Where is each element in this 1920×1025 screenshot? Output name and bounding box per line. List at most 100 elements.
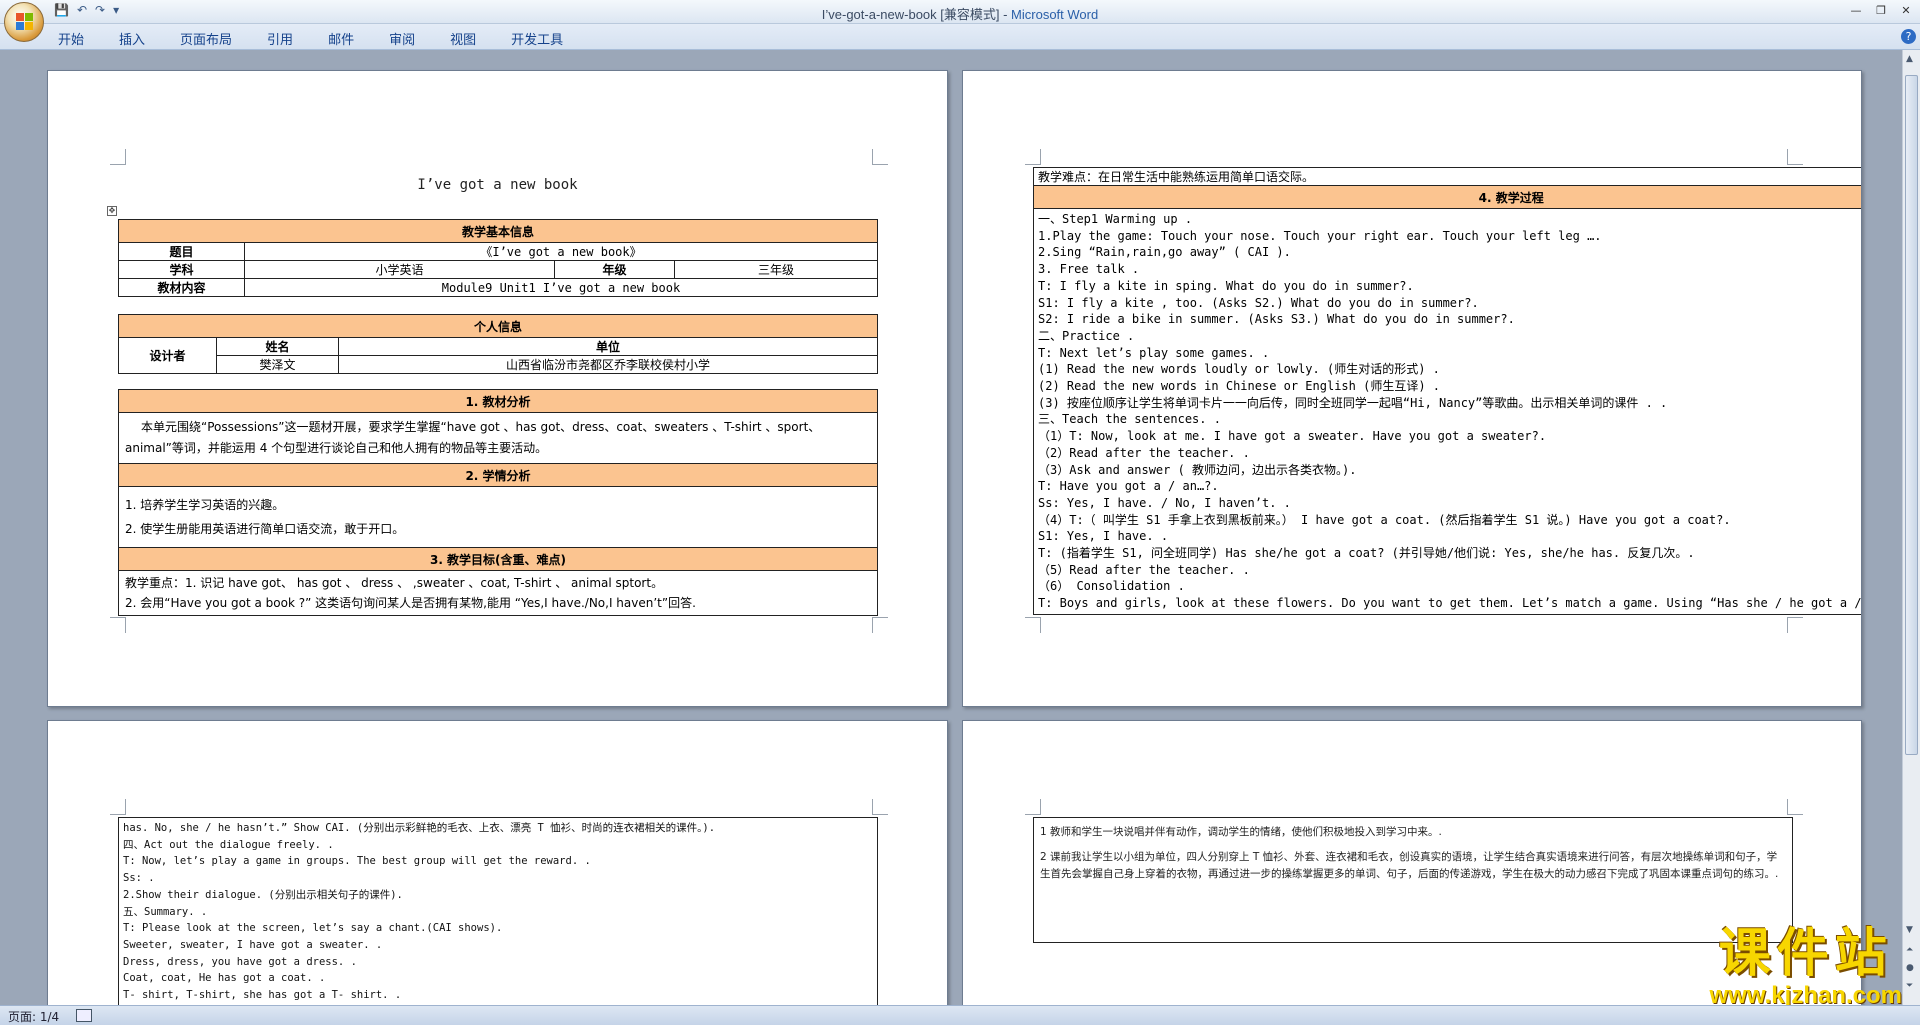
help-icon[interactable]: ? [1901, 29, 1916, 44]
margin-mark [1025, 799, 1041, 815]
title-bar: 💾 ↶ ↷ ▾ I’ve-got-a-new-book [兼容模式] - Mic… [0, 0, 1920, 24]
process-line: T: (指着学生 S1, 问全班同学) Has she/he got a coa… [1038, 546, 1695, 561]
margin-mark [1787, 149, 1803, 165]
analysis-table: 1. 教材分析 本单元围绕“Possessions”这一题材开展，要求学生掌握“… [118, 389, 878, 616]
designer-label: 设计者 [118, 337, 217, 374]
unit-value: 山西省临汾市尧都区乔李联校侯村小学 [338, 355, 878, 374]
process-line: 一、Step1 Warming up . [1038, 212, 1193, 226]
ribbon-tabs: 开始 插入 页面布局 引用 邮件 审阅 视图 开发工具 ? [0, 24, 1920, 50]
personal-info-table: 个人信息 设计者 姓名 单位 樊泽文 山西省临汾市尧都区乔李联校侯村小学 [118, 314, 878, 374]
process-line: 五、Summary. . [123, 905, 208, 918]
select-browse-object-icon[interactable]: ● [1906, 963, 1914, 973]
process-line: （3）Ask and answer ( 教师边问，边出示各类衣物。). [1038, 462, 1357, 477]
process-line: 四、Act out the dialogue freely. . [123, 838, 334, 851]
content-label: 教材内容 [118, 278, 245, 297]
teaching-goals-header: 3. 教学目标(含重、难点) [118, 547, 878, 571]
maximize-icon[interactable]: ❐ [1869, 1, 1893, 20]
process-line: T: I fly a kite in sping. What do you do… [1038, 278, 1414, 293]
process-line: Coat, coat, He has got a coat. . [123, 972, 326, 985]
page-2: 教学难点：在日常生活中能熟练运用简单口语交际。 4. 教学过程 一、Step1 … [962, 70, 1862, 707]
goals-line-2: 2. 会用“Have you got a book ?” 这类语句询问某人是否拥… [125, 596, 696, 610]
process-line: T: Have you got a / an…?. [1038, 479, 1219, 494]
personal-info-header: 个人信息 [118, 314, 878, 338]
process-line: （1）T: Now, look at me. I have got a swea… [1038, 429, 1547, 444]
grade-value: 三年级 [674, 260, 878, 279]
minimize-icon[interactable]: — [1844, 1, 1868, 20]
window-title: I’ve-got-a-new-book [兼容模式] - Microsoft W… [0, 4, 1920, 23]
page-1: I’ve got a new book ✥ 教学基本信息 题目 《I’ve go… [47, 70, 948, 707]
process-line: （4）T:（ 叫学生 S1 手拿上衣到黑板前来。） I have got a c… [1038, 512, 1731, 527]
previous-page-icon[interactable]: ⏶ [1906, 945, 1913, 955]
close-icon[interactable]: ✕ [1894, 1, 1918, 20]
process-line: (1) Read the new words loudly or lowly. … [1038, 362, 1440, 377]
process-line: 三、Teach the sentences. . [1038, 412, 1221, 427]
tab-developer[interactable]: 开发工具 [511, 29, 563, 48]
next-page-icon[interactable]: ⏷ [1906, 981, 1913, 991]
margin-mark [872, 799, 888, 815]
process-line: Dress, dress, you have got a dress. . [123, 955, 357, 968]
tab-view[interactable]: 视图 [450, 29, 476, 48]
tab-page-layout[interactable]: 页面布局 [180, 29, 232, 48]
process-line: 1.Play the game: Touch your nose. Touch … [1038, 228, 1602, 243]
process-line: T: Please look at the screen, let’s say … [123, 922, 503, 935]
process-header: 4. 教学过程 [1032, 185, 1861, 209]
process-line: Sweeter, sweater, I have got a sweater. … [123, 938, 383, 951]
vertical-scrollbar[interactable]: ▲ ▼ ⏶ ● ⏷ [1902, 50, 1920, 1005]
process-line: T- shirt, T-shirt, she has got a T- shir… [123, 989, 402, 1002]
document-workspace: I’ve got a new book ✥ 教学基本信息 题目 《I’ve go… [0, 50, 1902, 1005]
content-value: Module9 Unit1 I’ve got a new book [244, 278, 878, 297]
subject-label: 学科 [118, 260, 245, 279]
name-label: 姓名 [216, 337, 339, 356]
window-controls: — ❐ ✕ [1844, 1, 1918, 20]
scroll-up-icon[interactable]: ▲ [1906, 54, 1913, 64]
process-line: （5）Read after the teacher. . [1038, 562, 1250, 577]
scroll-thumb[interactable] [1905, 75, 1918, 755]
tab-review[interactable]: 审阅 [389, 29, 415, 48]
process-table: 教学难点：在日常生活中能熟练运用简单口语交际。 4. 教学过程 一、Step1 … [1032, 167, 1861, 615]
reflection-para-1: 1 教师和学生一块说唱并伴有动作，调动学生的情绪，使他们积极地投入到学习中来。. [1040, 826, 1442, 838]
process-line: 3. Free talk . [1038, 262, 1140, 277]
margin-mark [872, 617, 888, 633]
margin-mark [1025, 149, 1041, 165]
process-line: (3) 按座位顺序让学生将单词卡片一一向后传，同时全班同学一起唱“Hi, Nan… [1038, 395, 1668, 410]
difficulty-text: 教学难点：在日常生活中能熟练运用简单口语交际。 [1032, 167, 1861, 186]
page-count[interactable]: 页面: 1/4 [8, 1008, 59, 1025]
app-name: Microsoft Word [1011, 7, 1099, 22]
reflection-box: 1 教师和学生一块说唱并伴有动作，调动学生的情绪，使他们积极地投入到学习中来。.… [1033, 817, 1793, 943]
process-line: has. No, she / he hasn’t.” Show CAI. (分别… [123, 822, 716, 834]
topic-label: 题目 [118, 242, 245, 261]
proofing-icon[interactable] [76, 1009, 92, 1022]
page-3: has. No, she / he hasn’t.” Show CAI. (分别… [47, 720, 948, 1005]
status-bar: 页面: 1/4 [0, 1005, 1920, 1025]
grade-label: 年级 [554, 260, 675, 279]
reflection-para-2: 2 课前我让学生以小组为单位，四人分别穿上 T 恤衫、外套、连衣裙和毛衣，创设真… [1040, 851, 1779, 880]
process-line: T: Next let’s play some games. . [1038, 345, 1270, 360]
tab-home[interactable]: 开始 [58, 29, 84, 48]
name-value: 樊泽文 [216, 355, 339, 374]
tab-mailings[interactable]: 邮件 [328, 29, 354, 48]
process-line: 2.Sing “Rain,rain,go away” ( CAI ). [1038, 245, 1291, 260]
process-line: S1: I fly a kite , too. (Asks S2.) What … [1038, 295, 1479, 310]
table-move-handle-icon[interactable]: ✥ [107, 206, 117, 216]
process-line: (2) Read the new words in Chinese or Eng… [1038, 379, 1441, 394]
office-logo-icon [16, 13, 34, 31]
process-line: （2）Read after the teacher. . [1038, 445, 1250, 460]
margin-mark [872, 149, 888, 165]
material-analysis-header: 1. 教材分析 [118, 389, 878, 413]
tab-insert[interactable]: 插入 [119, 29, 145, 48]
tab-references[interactable]: 引用 [267, 29, 293, 48]
process-line: 二、Practice . [1038, 328, 1135, 343]
margin-mark [1787, 799, 1803, 815]
subject-value: 小学英语 [244, 260, 555, 279]
topic-value: 《I’ve got a new book》 [244, 242, 878, 261]
learner-analysis-header: 2. 学情分析 [118, 463, 878, 487]
process-line: T: Now, let’s play a game in groups. The… [123, 855, 591, 868]
unit-label: 单位 [338, 337, 878, 356]
learner-line-2: 2. 使学生册能用英语进行简单口语交流，敢于开口。 [125, 522, 405, 536]
process-continued: has. No, she / he hasn’t.” Show CAI. (分别… [118, 817, 878, 1005]
process-line: S1: Yes, I have. . [1038, 529, 1169, 544]
scroll-down-icon[interactable]: ▼ [1906, 925, 1913, 935]
site-watermark: 课件站 www.kjzhan.com [1710, 926, 1902, 1010]
office-button[interactable] [4, 2, 44, 42]
goals-line-1: 教学重点：1. 识记 have got、 has got 、 dress 、 ,… [125, 576, 664, 590]
